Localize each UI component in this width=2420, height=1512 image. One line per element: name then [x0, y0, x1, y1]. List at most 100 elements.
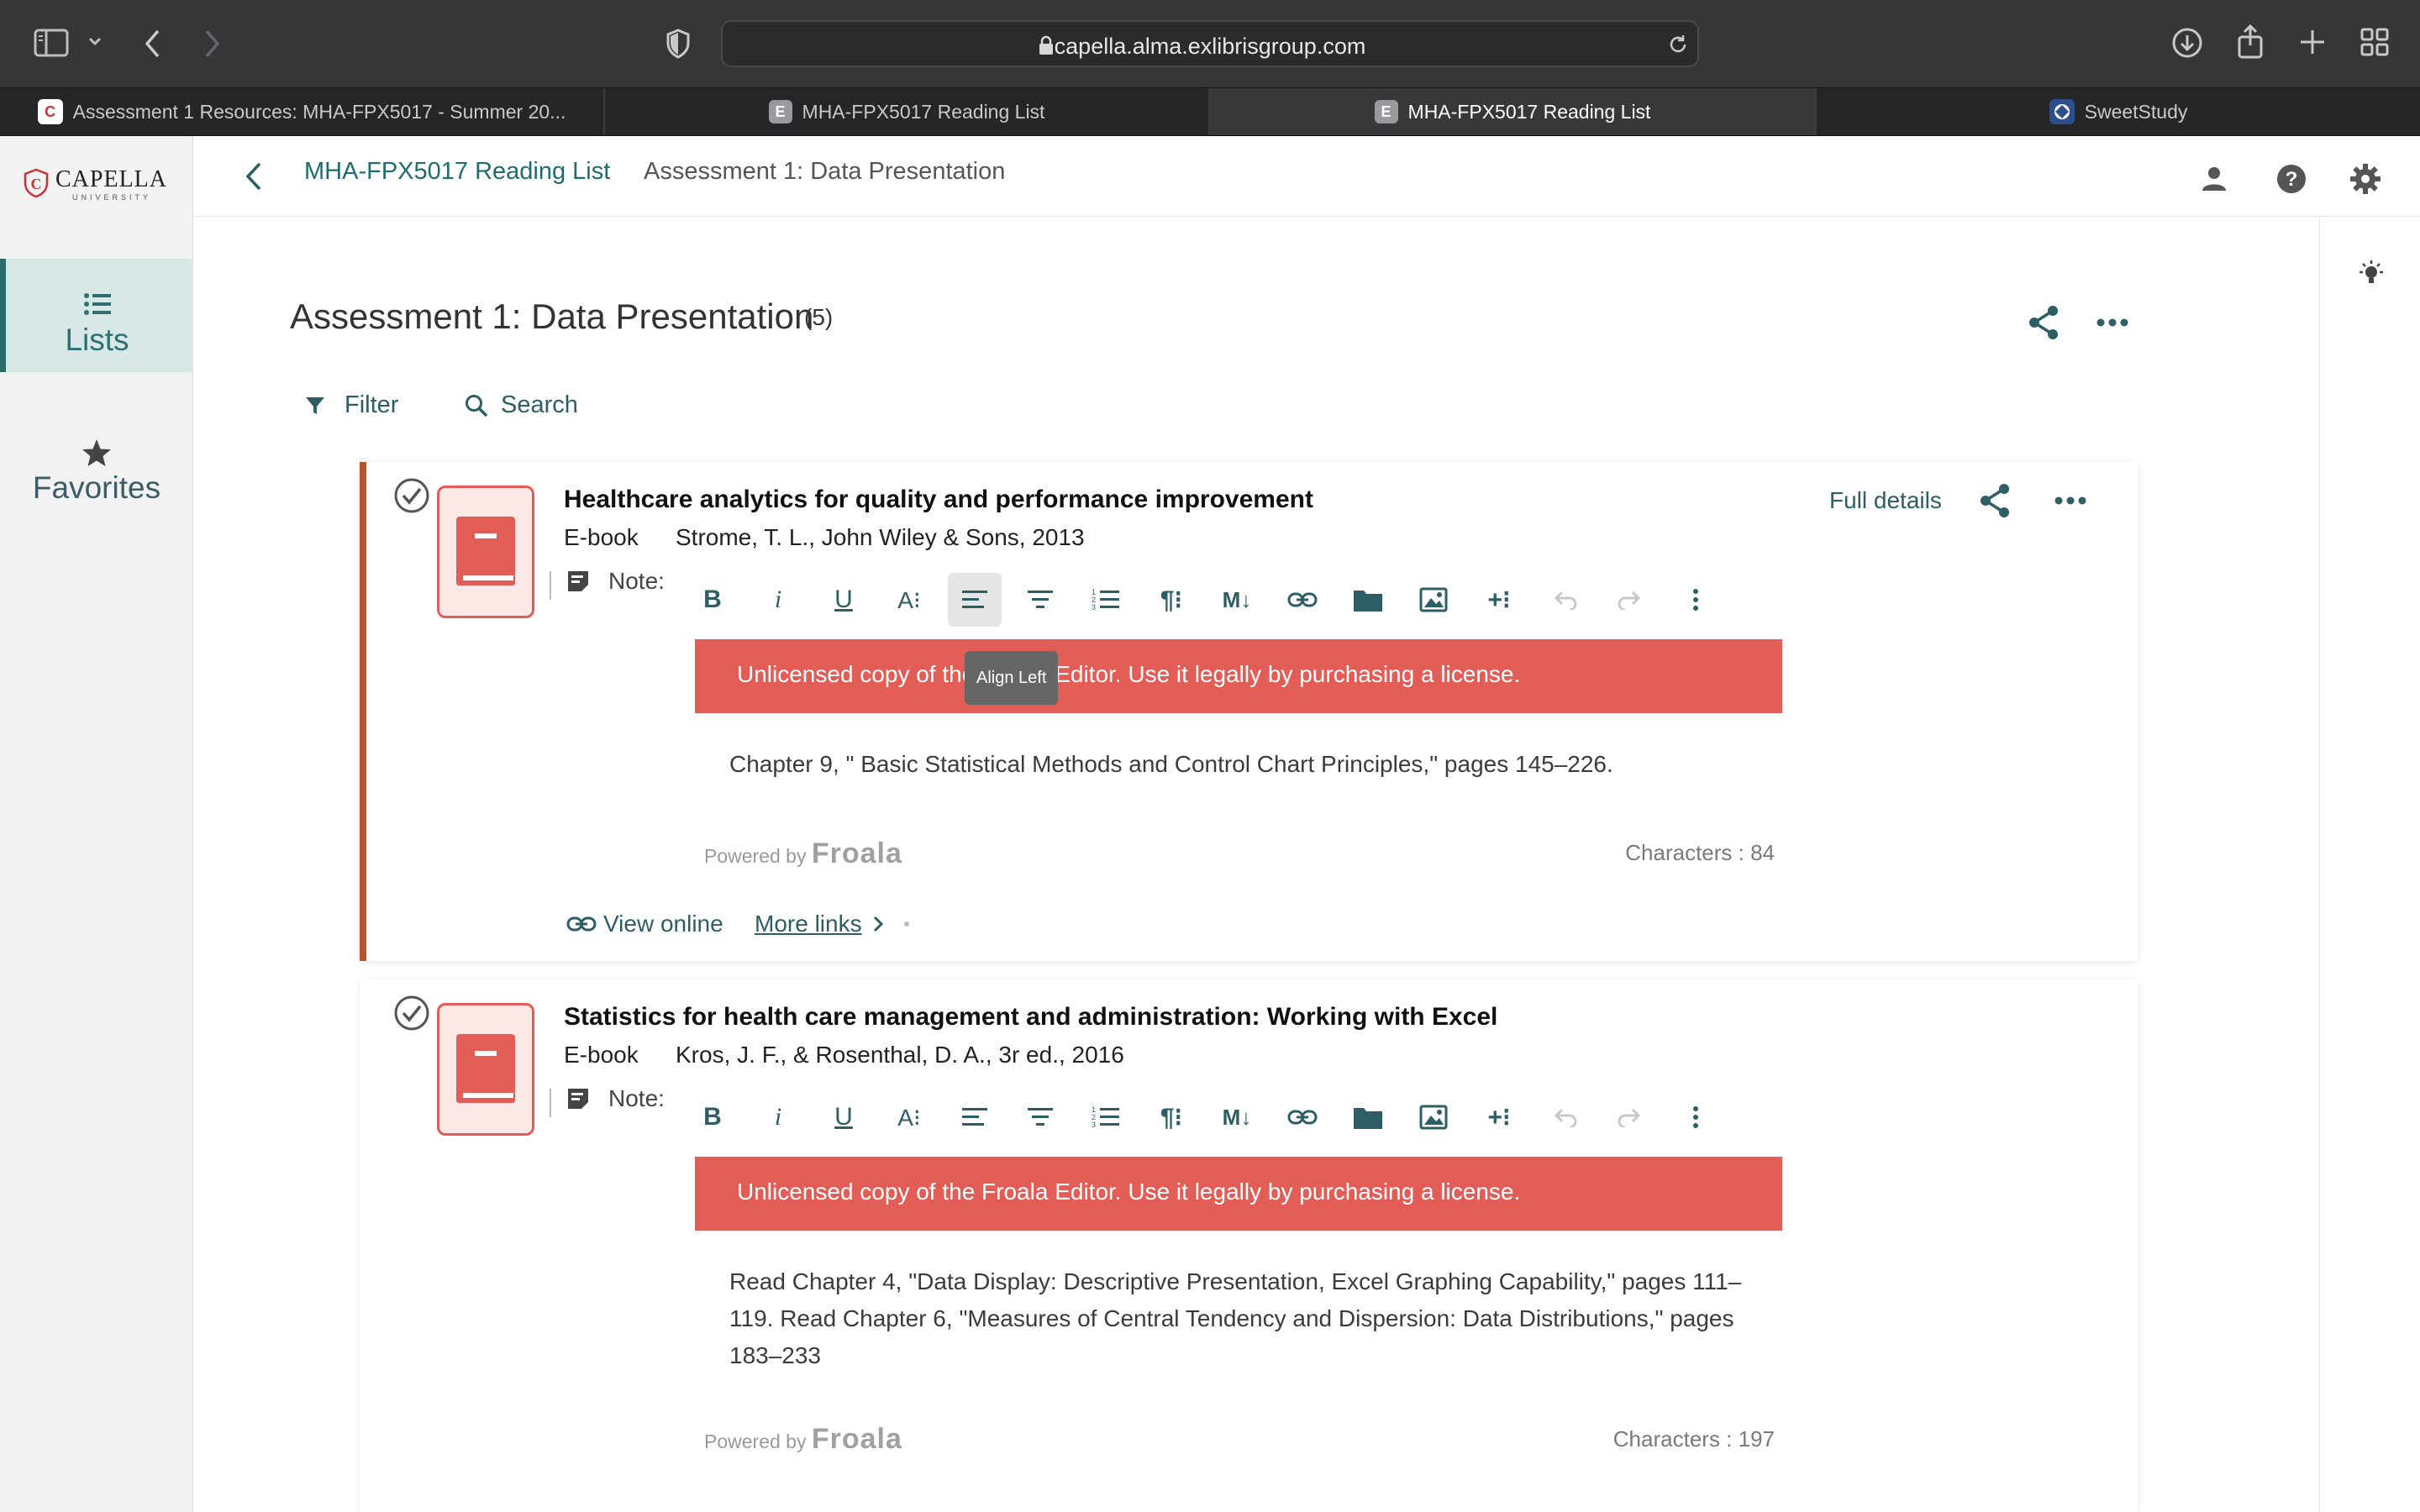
share-icon[interactable] — [2235, 24, 2265, 59]
lightbulb-icon[interactable] — [2356, 259, 2386, 289]
image-icon — [1419, 1105, 1448, 1130]
more-insert-button[interactable]: +⁝ — [1472, 1090, 1526, 1144]
bold-button[interactable]: B — [686, 573, 739, 627]
align-left-icon — [962, 1108, 987, 1126]
markdown-button[interactable]: M↓ — [1210, 573, 1264, 627]
help-icon[interactable]: ? — [2275, 163, 2307, 195]
share-list-icon[interactable] — [2025, 304, 2062, 341]
citation-title[interactable]: Healthcare analytics for quality and per… — [564, 486, 1313, 514]
froala-logo: Froala — [811, 837, 902, 869]
full-details-link[interactable]: Full details — [1829, 487, 1942, 514]
font-size-button[interactable]: A⁝ — [882, 1090, 936, 1144]
insert-link-button[interactable] — [1276, 1090, 1329, 1144]
undo-button[interactable] — [1538, 1090, 1591, 1144]
powered-by[interactable]: Powered by Froala — [704, 837, 902, 870]
more-options-icon[interactable] — [2096, 318, 2129, 328]
more-links-button[interactable]: More links — [755, 911, 909, 937]
note-icon — [566, 570, 590, 593]
chevron-down-icon[interactable] — [87, 35, 103, 47]
ordered-list-button[interactable]: 123 — [1079, 1090, 1133, 1144]
underline-button[interactable]: U — [817, 1090, 871, 1144]
tab-overview-icon[interactable] — [2360, 27, 2390, 57]
back-arrow-icon[interactable] — [143, 28, 163, 60]
tab-reading-list-active[interactable]: E MHA-FPX5017 Reading List — [1210, 88, 1817, 135]
svg-text:3: 3 — [1092, 603, 1096, 612]
link-icon — [566, 916, 597, 932]
book-icon — [437, 486, 534, 618]
privacy-shield-icon[interactable] — [666, 29, 691, 59]
sidebar-item-label: Favorites — [32, 470, 161, 505]
redo-button[interactable] — [1603, 1090, 1657, 1144]
italic-button[interactable]: i — [751, 1090, 805, 1144]
paragraph-style-button[interactable]: ¶⁝ — [1144, 573, 1198, 627]
breadcrumb-list[interactable]: MHA-FPX5017 Reading List — [304, 158, 610, 186]
new-tab-icon[interactable] — [2297, 27, 2328, 57]
redo-button[interactable] — [1603, 573, 1657, 627]
markdown-button[interactable]: M↓ — [1210, 1090, 1264, 1144]
filter-button[interactable]: Filter — [304, 391, 398, 419]
sidebar-item-label: Lists — [65, 323, 129, 357]
paragraph-style-button[interactable]: ¶⁝ — [1144, 1090, 1198, 1144]
address-bar[interactable]: capella.alma.exlibrisgroup.com — [721, 20, 1699, 67]
capella-shield-icon: C — [37, 99, 63, 124]
more-links-label: More links — [755, 911, 862, 937]
view-online-link[interactable]: View online — [566, 911, 723, 937]
align-left-button[interactable] — [948, 573, 1002, 627]
more-insert-button[interactable]: +⁝ — [1472, 573, 1526, 627]
search-button[interactable]: Search — [464, 391, 578, 419]
capella-shield-icon: C — [24, 168, 49, 198]
paragraph-format-button[interactable] — [1013, 573, 1067, 627]
citation-title[interactable]: Statistics for health care management an… — [564, 1003, 1497, 1032]
insert-file-button[interactable] — [1341, 573, 1395, 627]
note-text-line: Read Chapter 4, "Data Display: Descripti… — [729, 1268, 1742, 1294]
sidebar-toggle-icon[interactable] — [34, 29, 69, 57]
share-icon[interactable] — [1976, 482, 2013, 519]
logo-wordmark: CAPELLA — [55, 166, 167, 192]
settings-gear-icon[interactable] — [2349, 163, 2381, 195]
bold-button[interactable]: B — [686, 1090, 739, 1144]
more-toolbar-button[interactable] — [1669, 573, 1723, 627]
undo-button[interactable] — [1538, 573, 1591, 627]
license-warning[interactable]: Unlicensed copy of the Froala Editor. Us… — [695, 1157, 1782, 1231]
note-text[interactable]: Chapter 9, " Basic Statistical Methods a… — [729, 746, 1613, 783]
tab-assessment-resources[interactable]: C Assessment 1 Resources: MHA-FPX5017 - … — [0, 88, 605, 135]
downloads-icon[interactable] — [2171, 27, 2203, 59]
align-left-button[interactable] — [948, 1090, 1002, 1144]
insert-link-button[interactable] — [1276, 573, 1329, 627]
character-count: Characters : 197 — [1612, 1426, 1775, 1452]
ordered-list-button[interactable]: 123 — [1079, 573, 1133, 627]
tab-strip: C Assessment 1 Resources: MHA-FPX5017 - … — [0, 87, 2420, 136]
italic-button[interactable]: i — [751, 573, 805, 627]
book-icon — [437, 1003, 534, 1136]
underline-button[interactable]: U — [817, 573, 871, 627]
note-text-line: 119. Read Chapter 6, "Measures of Centra… — [729, 1305, 1734, 1331]
tab-sweetstudy[interactable]: SweetStudy — [1817, 88, 2420, 135]
more-toolbar-button[interactable] — [1669, 1090, 1723, 1144]
capella-logo[interactable]: C CAPELLA UNIVERSITY — [24, 165, 175, 205]
note-text[interactable]: Read Chapter 4, "Data Display: Descripti… — [729, 1263, 1741, 1374]
user-icon[interactable] — [2200, 165, 2228, 193]
check-circle-icon[interactable] — [393, 477, 430, 514]
paragraph-format-button[interactable] — [1013, 1090, 1067, 1144]
insert-image-button[interactable] — [1407, 1090, 1460, 1144]
page-title: Assessment 1: Data Presentation — [290, 297, 814, 336]
powered-by-label: Powered by — [704, 845, 807, 867]
check-circle-icon[interactable] — [393, 995, 430, 1032]
citation-type: E-book — [564, 1042, 639, 1068]
font-size-button[interactable]: A⁝ — [882, 573, 936, 627]
license-warning[interactable]: Unlicensed copy of the Froala Editor. Us… — [695, 639, 1782, 713]
forward-arrow-icon[interactable] — [202, 28, 222, 60]
back-icon[interactable] — [244, 161, 264, 192]
reload-icon[interactable] — [1667, 34, 1689, 55]
sidebar-item-favorites[interactable]: Favorites — [0, 430, 193, 522]
note-icon — [566, 1087, 590, 1110]
editor-toolbar: B i U A⁝ 123 ¶⁝ M↓ +⁝ — [686, 573, 2114, 627]
citation-card: Healthcare analytics for quality and per… — [360, 462, 2138, 961]
powered-by-label: Powered by — [704, 1431, 807, 1452]
tab-reading-list-1[interactable]: E MHA-FPX5017 Reading List — [605, 88, 1210, 135]
insert-image-button[interactable] — [1407, 573, 1460, 627]
insert-file-button[interactable] — [1341, 1090, 1395, 1144]
sidebar-item-lists[interactable]: Lists — [0, 259, 193, 372]
powered-by[interactable]: Powered by Froala — [704, 1423, 902, 1456]
more-options-icon[interactable] — [2054, 496, 2087, 506]
